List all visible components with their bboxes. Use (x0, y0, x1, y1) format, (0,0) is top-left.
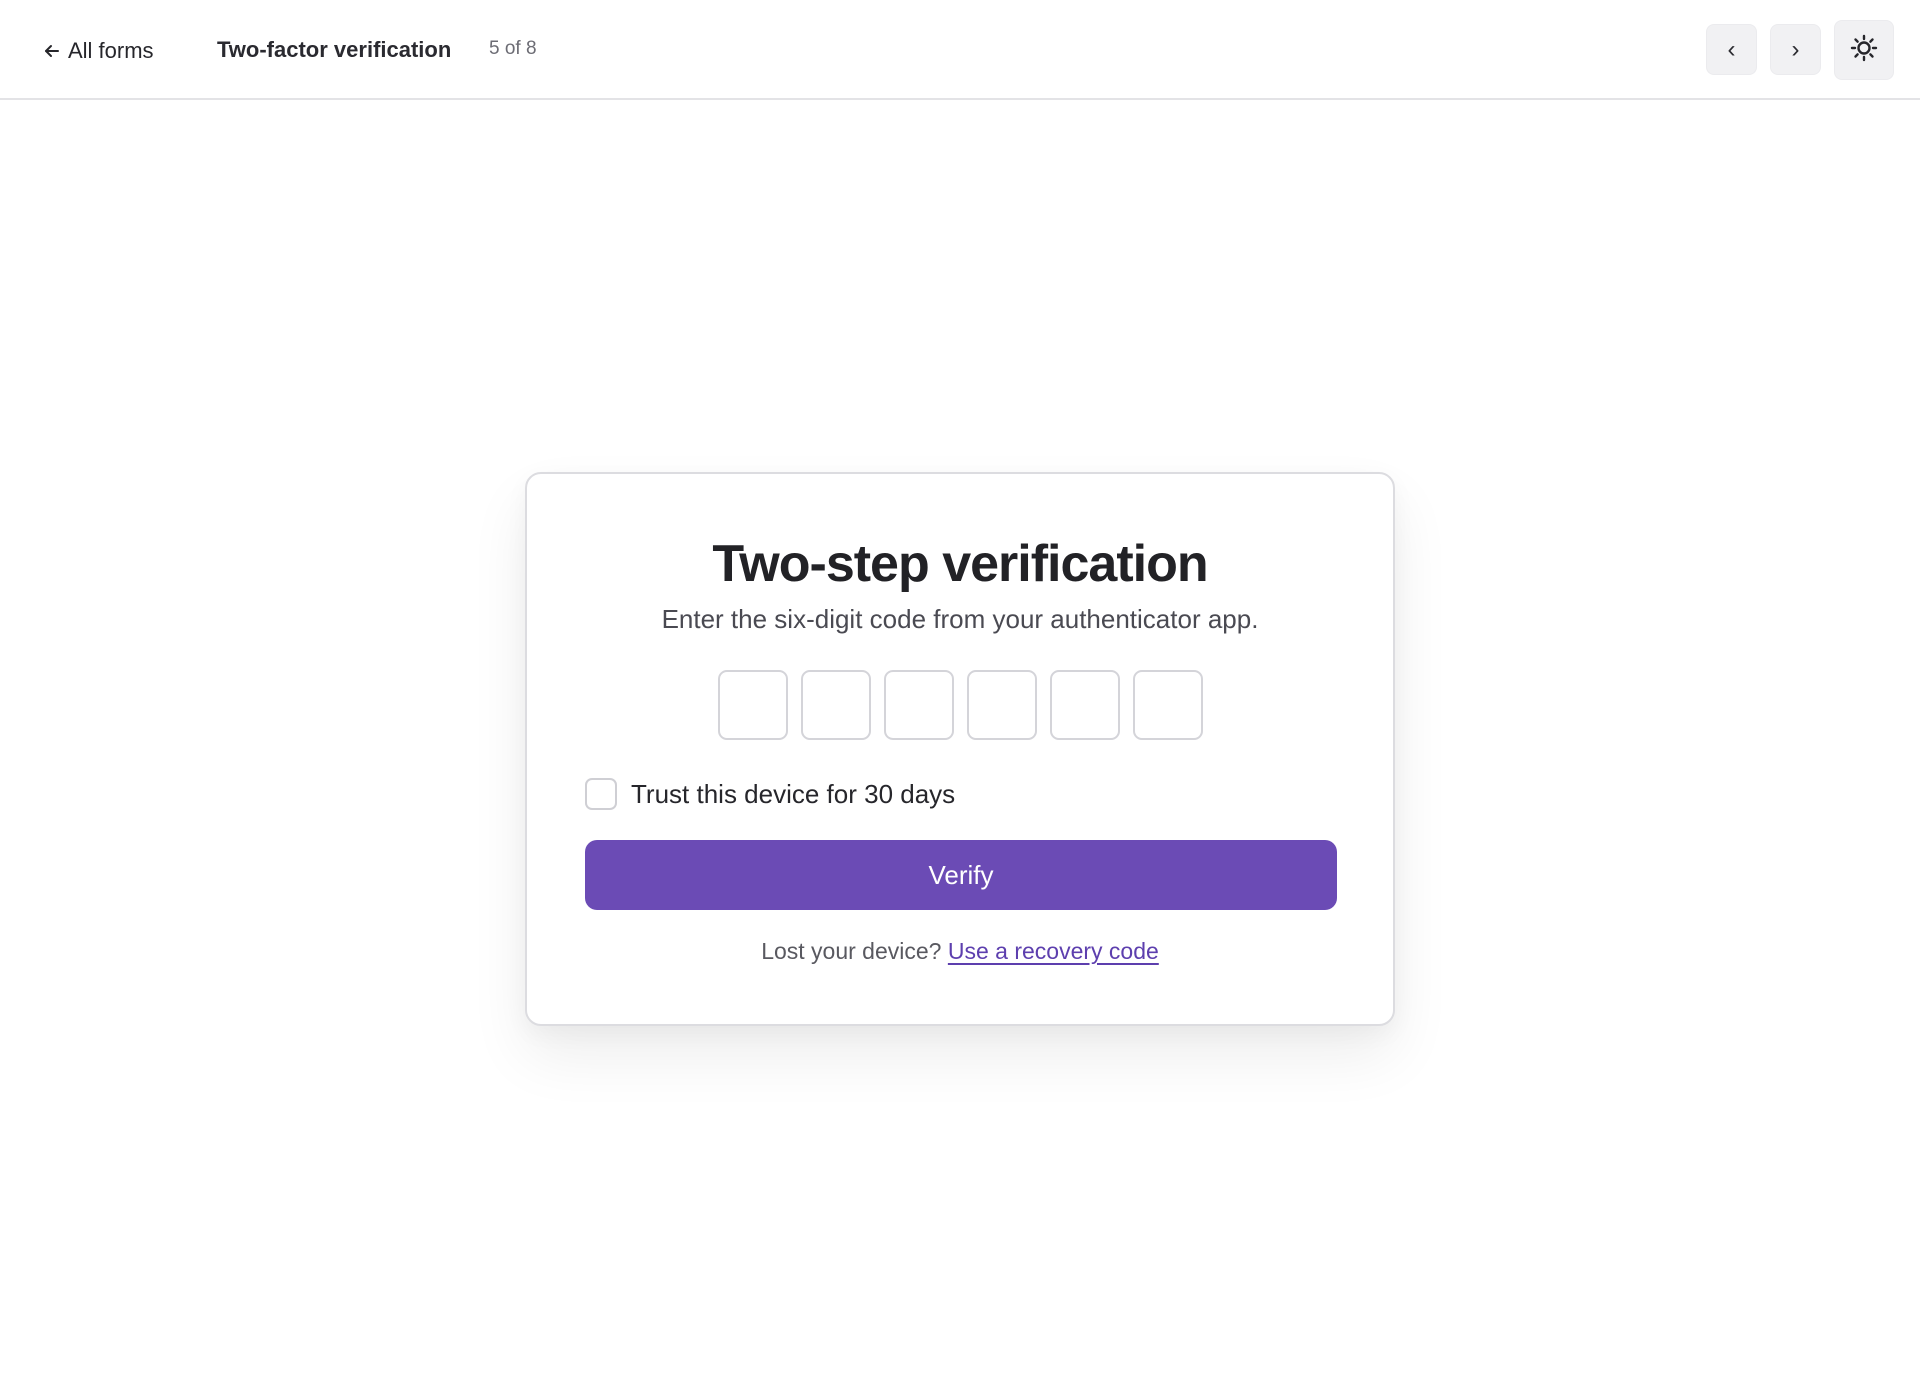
recovery-code-link[interactable]: Use a recovery code (948, 938, 1159, 964)
card-subtitle: Enter the six-digit code from your authe… (661, 604, 1259, 634)
verify-button[interactable]: Verify (585, 840, 1337, 910)
form-title: Two-factor verification (217, 37, 452, 62)
code-input-group (718, 670, 1203, 740)
recovery-row: Lost your device? Use a recovery code (527, 938, 1393, 965)
chevron-left-icon: ‹ (1727, 35, 1736, 63)
previous-form-button[interactable]: ‹ (1706, 24, 1757, 75)
code-digit-4[interactable] (967, 670, 1037, 740)
code-digit-6[interactable] (1133, 670, 1203, 740)
recovery-prompt: Lost your device? (761, 938, 942, 964)
verification-card: Two-step verification Enter the six-digi… (525, 472, 1395, 1026)
top-bar: All forms Two-factor verification 5 of 8… (0, 0, 1920, 100)
trust-device-option[interactable]: Trust this device for 30 days (585, 778, 955, 810)
next-form-button[interactable]: › (1770, 24, 1821, 75)
all-forms-label: All forms (68, 38, 154, 63)
chevron-right-icon: › (1791, 35, 1800, 63)
code-digit-1[interactable] (718, 670, 788, 740)
theme-toggle-button[interactable] (1834, 20, 1894, 80)
form-counter: 5 of 8 (489, 38, 537, 59)
code-digit-3[interactable] (884, 670, 954, 740)
trust-device-checkbox[interactable] (585, 778, 617, 810)
code-digit-5[interactable] (1050, 670, 1120, 740)
card-title: Two-step verification (712, 535, 1208, 593)
code-digit-2[interactable] (801, 670, 871, 740)
sun-icon (1850, 34, 1878, 67)
arrow-left-icon (42, 41, 62, 61)
all-forms-link[interactable]: All forms (42, 36, 154, 66)
trust-device-label: Trust this device for 30 days (631, 778, 956, 809)
